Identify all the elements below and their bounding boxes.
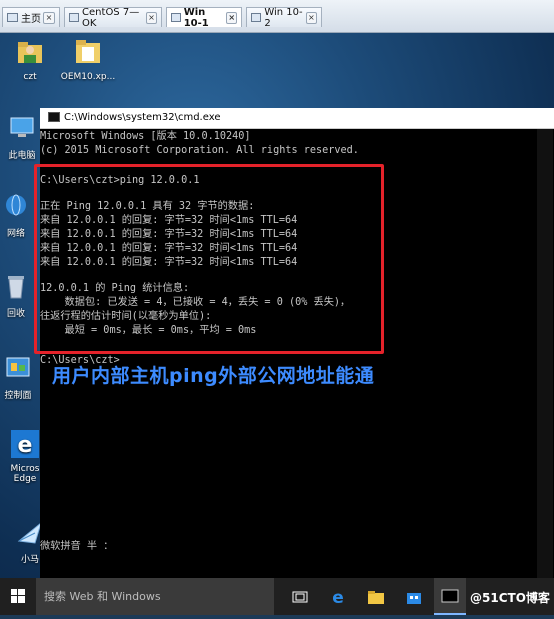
task-view-icon[interactable] — [284, 578, 316, 615]
start-button[interactable] — [0, 578, 36, 615]
console-line: Microsoft Windows [版本 10.0.10240] — [40, 131, 251, 142]
edge-taskbar-icon[interactable]: e — [322, 578, 354, 615]
desktop-icon-czt[interactable]: czt — [0, 37, 60, 82]
cmd-icon — [48, 112, 60, 122]
vm-icon — [69, 13, 80, 22]
desktop-icon-oem10[interactable]: OEM10.xp... — [58, 37, 118, 82]
computer-icon — [10, 117, 34, 137]
store-icon[interactable] — [398, 578, 430, 615]
vm-icon — [251, 13, 262, 22]
cmd-taskbar-icon[interactable] — [434, 578, 466, 615]
tab-centos[interactable]: CentOS 7—OK × — [64, 6, 162, 29]
tab-label: Win 10-1 — [183, 6, 209, 29]
search-placeholder: 搜索 Web 和 Windows — [44, 590, 161, 603]
close-icon[interactable]: × — [146, 11, 157, 24]
cmd-scrollbar[interactable] — [537, 129, 553, 578]
tab-label: CentOS 7—OK — [82, 6, 140, 29]
close-icon[interactable]: × — [305, 11, 317, 24]
svg-text:e: e — [18, 433, 33, 458]
tab-label: Win 10-2 — [264, 6, 303, 29]
highlight-box — [34, 164, 384, 354]
svg-text:e: e — [332, 588, 344, 606]
cmd-title-text: C:\Windows\system32\cmd.exe — [64, 112, 221, 123]
network-icon — [6, 194, 26, 216]
edge-icon: e — [11, 430, 39, 458]
tab-home[interactable]: 主页 × — [2, 7, 60, 27]
windows-logo-icon — [11, 589, 25, 603]
home-icon — [7, 13, 18, 22]
taskbar-search[interactable]: 搜索 Web 和 Windows — [36, 578, 274, 615]
annotation-caption: 用户内部主机ping外部公网地址能通 — [52, 365, 375, 387]
user-folder-icon — [18, 42, 42, 63]
watermark: @51CTO博客 — [470, 591, 550, 605]
file-icon — [76, 40, 100, 63]
close-icon[interactable]: × — [43, 11, 55, 24]
cmd-title-bar[interactable]: C:\Windows\system32\cmd.exe — [40, 108, 554, 129]
tab-label: 主页 — [21, 14, 41, 25]
console-line: (c) 2015 Microsoft Corporation. All righ… — [40, 145, 359, 156]
vm-tab-bar: 主页 × CentOS 7—OK × Win 10-1 × Win 10-2 × — [0, 0, 554, 33]
desktop-icon-label: czt — [23, 72, 37, 82]
tab-win10-2[interactable]: Win 10-2 × — [246, 6, 322, 29]
file-explorer-icon[interactable] — [360, 578, 392, 615]
vm-icon — [171, 13, 181, 22]
taskbar: 搜索 Web 和 Windows e @51CTO博客 — [0, 578, 554, 615]
control-panel-icon — [6, 357, 30, 377]
recycle-bin-icon — [8, 276, 24, 299]
tab-win10-1[interactable]: Win 10-1 × — [166, 6, 242, 29]
desktop-icon-label: OEM10.xp... — [60, 72, 116, 82]
ime-status: 微软拼音 半 ： — [40, 541, 114, 552]
close-icon[interactable]: × — [226, 11, 238, 24]
